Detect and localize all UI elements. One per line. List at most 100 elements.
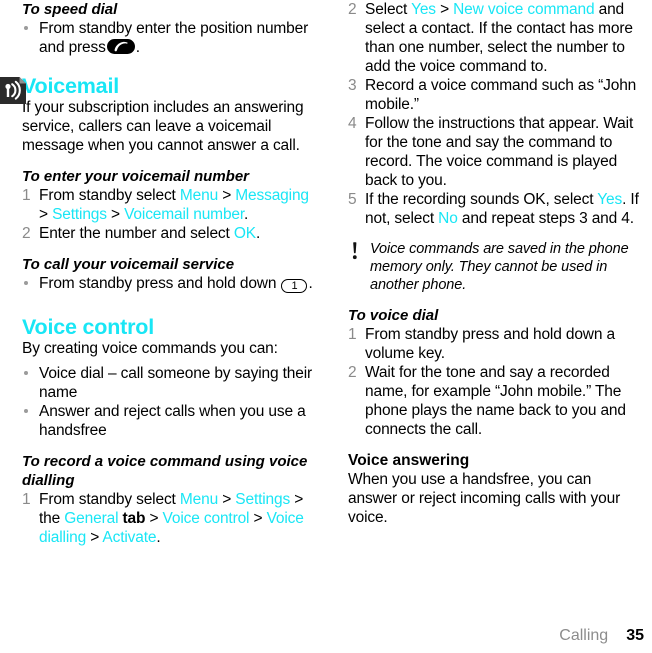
plain-text: Follow the instructions that appear. Wai… [365,115,634,189]
plain-text: > [435,1,454,18]
record-voice-command-steps: 1 From standby select Menu > Settings > … [22,490,318,547]
bullet-dot-icon [24,26,28,30]
plain-text: If the recording sounds OK, select [365,191,598,208]
step-text: From standby select Menu > Messaging > S… [39,187,309,223]
left-column: To speed dial From standby enter the pos… [0,0,326,653]
menu-path-link: Settings [52,206,107,223]
menu-path-link: Voice control [162,510,250,527]
list-item: 5 If the recording sounds OK, select Yes… [348,190,644,228]
voice-dial-steps: 1 From standby press and hold down a vol… [348,325,644,439]
plain-text: > [218,491,236,508]
footer-chapter-name: Calling [559,627,609,644]
step-text: Follow the instructions that appear. Wai… [365,115,633,189]
menu-path-link: General [64,510,119,527]
step-text: Wait for the tone and say a recorded nam… [365,364,626,438]
heading-to-enter-voicemail-number: To enter your voicemail number [22,168,249,185]
page-title-voicemail: Voicemail [22,74,119,98]
step-number: 2 [22,225,31,242]
bullet-dot-icon [24,281,28,285]
enter-voicemail-number-steps: 1 From standby select Menu > Messaging >… [22,186,318,243]
heading-to-voice-dial: To voice dial [348,307,439,324]
menu-path-link: Messaging [235,187,309,204]
plain-text: > [249,510,267,527]
heading-voice-answering: Voice answering [348,452,470,469]
list-item: Voice dial – call someone by saying thei… [22,364,318,402]
emphasis-text: tab [118,510,146,527]
manual-page: To speed dial From standby enter the pos… [0,0,652,653]
plain-text: From standby select [39,187,180,204]
menu-path-link: Menu [179,187,219,204]
two-column-layout: To speed dial From standby enter the pos… [0,0,652,653]
plain-text: > [218,187,236,204]
step-text: From standby select Menu > Settings > th… [39,491,304,546]
menu-path-link: Voicemail number [124,206,245,223]
plain-text: . [244,206,249,223]
menu-path-link: OK [233,225,256,242]
step-number: 2 [348,1,357,18]
key-1-icon: 1 [281,279,308,293]
plain-text: . [255,225,261,242]
list-item: Answer and reject calls when you use a h… [22,402,318,440]
menu-path-link: Menu [179,491,219,508]
plain-text: and repeat steps 3 and 4. [457,210,634,227]
step-text: Record a voice command such as “John mob… [365,77,636,113]
right-column: 2 Select Yes > New voice command and sel… [326,0,652,653]
plain-text: > [39,206,53,223]
voicemail-document-icon [0,77,26,104]
step-text: Enter the number and select OK. [39,225,260,242]
heading-to-speed-dial: To speed dial [22,1,118,18]
list-item: 2 Enter the number and select OK. [22,224,318,243]
voicemail-intro: If your subscription includes an answeri… [22,99,304,154]
list-item: 4 Follow the instructions that appear. W… [348,114,644,190]
plain-text: > [106,206,125,223]
plain-text: From standby press and hold down a volum… [365,326,615,362]
note-text: Voice commands are saved in the phone me… [370,241,629,293]
step-text: Select Yes > New voice command and selec… [365,1,633,75]
call-key-icon [106,39,135,54]
step-text: From standby press and hold down a volum… [365,326,615,362]
page-title-voice-control: Voice control [22,315,154,339]
plain-text: > [86,529,103,546]
speed-dial-text: From standby enter the position number a… [39,20,309,56]
step-number: 2 [348,364,357,381]
list-item: 1 From standby press and hold down a vol… [348,325,644,363]
step-number: 1 [348,326,357,343]
call-service-text: From standby press and hold down [39,275,277,292]
bullet-dot-icon [24,409,28,413]
list-item: 2 Wait for the tone and say a recorded n… [348,363,644,439]
step-number: 4 [348,115,357,132]
menu-path-link: No [438,210,458,227]
page-footer: Calling 35 [559,626,644,645]
plain-text: Enter the number and select [39,225,234,242]
plain-text: Select [365,1,412,18]
voice-answering-text: When you use a handsfree, you can answer… [348,471,621,526]
list-item: 1 From standby select Menu > Messaging >… [22,186,318,224]
list-item: 3 Record a voice command such as “John m… [348,76,644,114]
step-number: 1 [22,187,31,204]
step-text: If the recording sounds OK, select Yes. … [365,191,639,227]
plain-text: From standby select [39,491,180,508]
heading-to-record-voice-command: To record a voice command using voice di… [22,453,308,489]
plain-text: Record a voice command such as “John mob… [365,77,637,113]
call-service-text-end: . [308,275,313,292]
speed-dial-text-end: . [135,39,140,56]
menu-path-link: Yes [411,1,436,18]
bullet-label: Voice dial – call someone by saying thei… [39,365,313,401]
bullet-dot-icon [24,371,28,375]
step-number: 5 [348,191,357,208]
plain-text: Wait for the tone and say a recorded nam… [365,364,626,438]
step-number: 1 [22,491,31,508]
menu-path-link: Yes [597,191,623,208]
exclamation-icon [350,242,360,260]
call-voicemail-service-bullets: From standby press and hold down 1. [22,274,318,293]
voice-control-capability-bullets: Voice dial – call someone by saying thei… [22,364,318,440]
list-item: 1 From standby select Menu > Settings > … [22,490,318,547]
list-item: From standby press and hold down 1. [22,274,318,293]
menu-path-link: Settings [235,491,291,508]
plain-text: > [145,510,163,527]
menu-path-link: New voice command [453,1,595,18]
menu-path-link: Activate [102,529,157,546]
list-item: From standby enter the position number a… [22,19,318,57]
list-item: 2 Select Yes > New voice command and sel… [348,0,644,76]
voicemail-section-header: Voicemail [0,74,318,104]
